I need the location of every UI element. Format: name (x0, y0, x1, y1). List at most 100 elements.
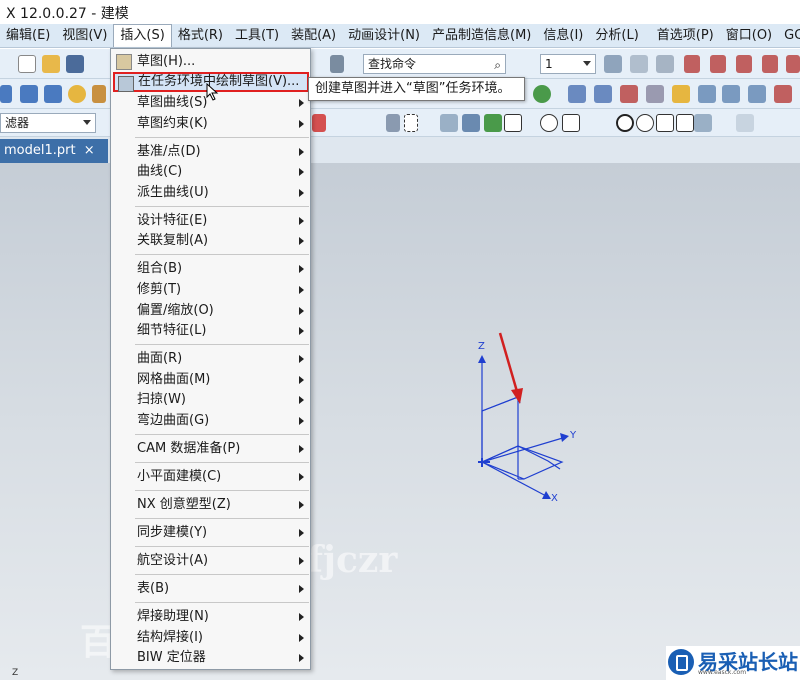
submenu-arrow-icon (299, 237, 304, 245)
menu-item-combine[interactable]: 组合(B) (111, 259, 310, 279)
menu-assembly[interactable]: 装配(A) (285, 24, 342, 48)
menu-item-mesh-surface[interactable]: 网格曲面(M) (111, 370, 310, 390)
menu-item-sweep[interactable]: 扫掠(W) (111, 390, 310, 410)
grid-icon[interactable] (736, 114, 754, 132)
circle-center-icon[interactable] (636, 114, 654, 132)
plane-icon[interactable] (762, 55, 778, 73)
quadrant-icon[interactable] (616, 114, 634, 132)
menu-preferences[interactable]: 首选项(P) (651, 24, 720, 48)
cylinder-icon[interactable] (20, 85, 38, 103)
save-icon[interactable] (66, 55, 84, 73)
unite-icon[interactable] (620, 85, 638, 103)
menu-window[interactable]: 窗口(O) (720, 24, 778, 48)
submenu-arrow-icon (299, 120, 304, 128)
sketch-point-icon[interactable] (533, 85, 551, 103)
menu-item-sketch[interactable]: 草图(H)... (111, 52, 310, 72)
intersect-icon[interactable] (672, 85, 690, 103)
sketch-icon (116, 54, 132, 70)
csys-icon[interactable] (786, 55, 800, 73)
menu-item-aero-design[interactable]: 航空设计(A) (111, 551, 310, 571)
datum-csys-icon[interactable] (684, 55, 700, 73)
menu-separator (135, 462, 309, 463)
open-folder-icon[interactable] (42, 55, 60, 73)
cone-icon[interactable] (44, 85, 62, 103)
box-select-icon[interactable] (404, 114, 418, 132)
menu-gc-tools[interactable]: GC工具 (778, 24, 800, 48)
chamfer-icon[interactable] (774, 85, 792, 103)
shell-icon[interactable] (722, 85, 740, 103)
menu-item-cam-data-prep[interactable]: CAM 数据准备(P) (111, 439, 310, 459)
menu-item-trim[interactable]: 修剪(T) (111, 280, 310, 300)
snap-grid-icon[interactable] (484, 114, 502, 132)
surface-select-icon[interactable] (440, 114, 458, 132)
snap-settings-icon[interactable] (694, 114, 712, 132)
submenu-arrow-icon (299, 417, 304, 425)
menu-item-surface[interactable]: 曲面(R) (111, 349, 310, 369)
menu-analysis[interactable]: 分析(L) (589, 24, 644, 48)
vector-icon[interactable] (736, 55, 752, 73)
menu-item-structure-welding[interactable]: 结构焊接(I) (111, 628, 310, 648)
quick-access-icon[interactable] (330, 55, 344, 73)
new-file-icon[interactable] (18, 55, 36, 73)
menu-item-facet-modeling[interactable]: 小平面建模(C) (111, 467, 310, 487)
line-icon[interactable] (504, 114, 522, 132)
close-icon[interactable]: × (84, 143, 95, 158)
snap-point-icon[interactable] (312, 114, 326, 132)
menu-item-weld-assistant[interactable]: 焊接助理(N) (111, 607, 310, 627)
wcs-icon[interactable] (630, 55, 648, 73)
sketch-task-icon (118, 76, 134, 92)
menu-insert[interactable]: 插入(S) (113, 24, 172, 47)
menu-info[interactable]: 信息(I) (537, 24, 589, 48)
point-icon[interactable] (710, 55, 726, 73)
menu-item-offset-scale[interactable]: 偏置/缩放(O) (111, 301, 310, 321)
menu-separator (135, 137, 309, 138)
layer-icon[interactable] (604, 55, 622, 73)
menu-item-synchronous-modeling[interactable]: 同步建模(Y) (111, 523, 310, 543)
blend-icon[interactable] (748, 85, 766, 103)
select-icon[interactable] (386, 114, 400, 132)
menu-pmi[interactable]: 产品制造信息(M) (426, 24, 537, 48)
menu-item-datum-point[interactable]: 基准/点(D) (111, 142, 310, 162)
sphere-icon[interactable] (68, 85, 86, 103)
menu-item-associative-copy[interactable]: 关联复制(A) (111, 231, 310, 251)
menu-item-biw-locator[interactable]: BIW 定位器 (111, 648, 310, 668)
submenu-arrow-icon (299, 557, 304, 565)
tangent-icon[interactable] (676, 114, 694, 132)
menu-item-flange-surface[interactable]: 弯边曲面(G) (111, 411, 310, 431)
arc-icon[interactable] (540, 114, 558, 132)
midpoint-icon[interactable] (562, 114, 580, 132)
search-icon[interactable]: ⌕ (494, 56, 501, 74)
type-filter-dropdown[interactable]: 滤器 (0, 113, 96, 133)
orient-icon[interactable] (656, 55, 674, 73)
menu-item-detail-feature[interactable]: 细节特征(L) (111, 321, 310, 341)
menu-item-nx-realize-shape[interactable]: NX 创意塑型(Z) (111, 495, 310, 515)
block-icon[interactable] (0, 85, 12, 103)
site-logo: 易采站长站 www.easck.com (666, 646, 800, 680)
submenu-arrow-icon (299, 355, 304, 363)
menu-format[interactable]: 格式(R) (172, 24, 229, 48)
menu-separator (135, 602, 309, 603)
trim-body-icon[interactable] (698, 85, 716, 103)
solid-icon[interactable] (594, 85, 612, 103)
menu-edit[interactable]: 编辑(E) (0, 24, 56, 48)
extrude-icon[interactable] (92, 85, 106, 103)
mouse-cursor-icon (206, 83, 219, 101)
subtract-icon[interactable] (646, 85, 664, 103)
menu-tools[interactable]: 工具(T) (229, 24, 285, 48)
submenu-arrow-icon (299, 501, 304, 509)
menu-item-derived-curve[interactable]: 派生曲线(U) (111, 183, 310, 203)
plus-icon[interactable] (656, 114, 674, 132)
menu-separator (135, 434, 309, 435)
face-select-icon[interactable] (462, 114, 480, 132)
menu-view[interactable]: 视图(V) (56, 24, 113, 48)
book-icon[interactable] (568, 85, 586, 103)
z-arrowhead (478, 355, 486, 363)
command-search-input[interactable]: 查找命令 ⌕ (363, 54, 506, 74)
selection-scope-dropdown[interactable]: 1 (540, 54, 596, 74)
menu-item-design-feature[interactable]: 设计特征(E) (111, 211, 310, 231)
menu-item-table[interactable]: 表(B) (111, 579, 310, 599)
tab-model1[interactable]: model1.prt × (0, 139, 108, 163)
menu-item-curve[interactable]: 曲线(C) (111, 162, 310, 182)
menu-item-sketch-constraint[interactable]: 草图约束(K) (111, 114, 310, 134)
menu-animation[interactable]: 动画设计(N) (342, 24, 426, 48)
